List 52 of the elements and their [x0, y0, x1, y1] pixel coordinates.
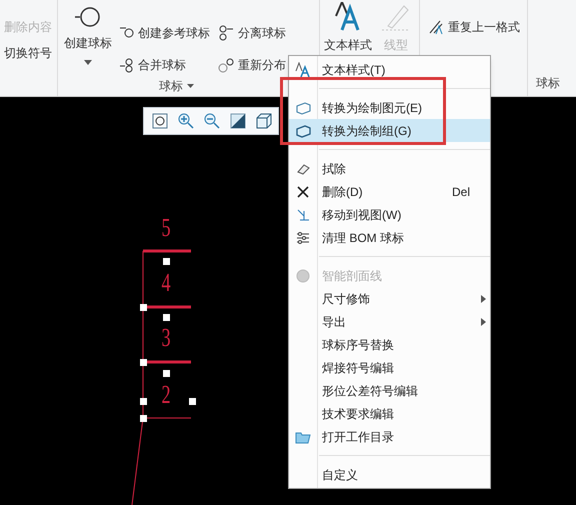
create-balloon-button[interactable]: 创建球标	[58, 2, 118, 76]
menu-item[interactable]: 焊接符号编辑	[289, 356, 490, 379]
menu-item[interactable]: 尺寸修饰	[289, 287, 490, 310]
selection-handle[interactable]	[140, 415, 147, 422]
balloon-number-icon	[74, 6, 102, 28]
submenu-arrow-icon	[481, 318, 486, 326]
close-icon	[295, 184, 311, 200]
merge-icon	[118, 56, 134, 73]
group-label: 球标	[159, 78, 183, 95]
ribbon-command[interactable]: 合并球标	[118, 54, 210, 76]
menu-item[interactable]: 删除(D) Del	[289, 180, 490, 203]
balloon-number: 3	[161, 322, 171, 352]
selection-handle[interactable]	[163, 258, 170, 265]
format-painter-icon	[428, 19, 444, 35]
caret-icon	[84, 60, 92, 65]
selection-handle[interactable]	[163, 314, 170, 321]
shade-icon[interactable]	[229, 112, 247, 130]
selection-handle[interactable]	[140, 304, 147, 311]
menu-item[interactable]: 转换为绘制图元(E)	[289, 96, 490, 119]
split-icon	[218, 25, 234, 42]
balloon-number: 2	[161, 380, 171, 409]
selection-handle[interactable]	[189, 398, 196, 405]
menu-item[interactable]: 清理 BOM 球标	[289, 226, 490, 249]
caret-icon	[187, 84, 194, 88]
menu-item[interactable]: 转换为绘制组(G)	[289, 119, 490, 142]
ribbon-command[interactable]: 重复上一格式	[428, 18, 527, 36]
zoom-fit-icon[interactable]	[151, 112, 169, 130]
submenu-arrow-icon	[481, 294, 486, 302]
group-label: 球标	[536, 75, 561, 92]
selection-handle[interactable]	[140, 398, 147, 405]
menu-item[interactable]: 移动到视图(W)	[289, 203, 490, 226]
balloon-number: 4	[161, 268, 171, 297]
ribbon-command[interactable]: 分离球标	[218, 22, 310, 44]
circles-icon	[218, 56, 234, 73]
zoom-in-icon[interactable]	[177, 112, 195, 130]
menu-item[interactable]: 球标序号替换	[289, 333, 490, 356]
menu-item[interactable]: 自定义	[289, 463, 490, 486]
ribbon-command[interactable]: 切换符号	[4, 44, 57, 62]
menu-item[interactable]: 形位公差符号编辑	[289, 379, 490, 402]
menu-item[interactable]: 拭除	[289, 157, 490, 180]
sliders-icon	[295, 230, 311, 246]
balloon-number: 5	[161, 212, 171, 242]
menu-item[interactable]: 打开工作目录	[289, 425, 490, 448]
menu-item[interactable]: 技术要求编辑	[289, 402, 490, 425]
menu-item[interactable]: 导出	[289, 310, 490, 333]
ribbon-command[interactable]: 创建参考球标	[118, 22, 210, 44]
shortcut-label: Del	[452, 184, 471, 200]
text-style-icon	[295, 62, 311, 78]
hatch-icon	[295, 268, 311, 284]
zoom-out-icon[interactable]	[203, 112, 221, 130]
selection-handle[interactable]	[140, 359, 147, 366]
selection-handle[interactable]	[163, 370, 170, 377]
